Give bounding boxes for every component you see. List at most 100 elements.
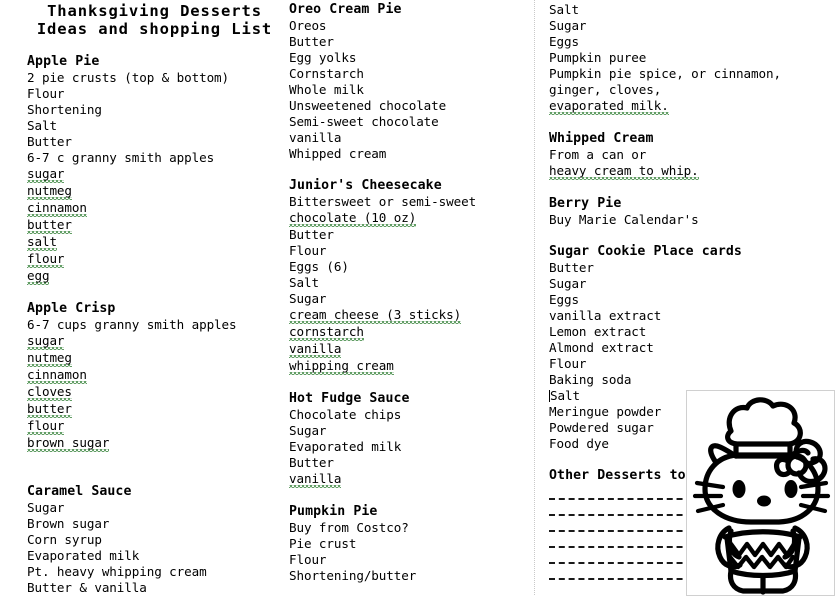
list-item: Whole milk [289, 82, 364, 97]
list-item: Butter [27, 134, 72, 149]
section-heading: Caramel Sauce [27, 484, 132, 499]
list-item: butter [27, 401, 277, 418]
hello-kitty-chef-illustration[interactable] [686, 390, 835, 596]
section-berry-pie: Berry Pie Buy Marie Calendar's [549, 196, 817, 228]
misspelled-word: heavy cream to whip. [549, 163, 699, 179]
section-apple-crisp: Apple Crisp 6-7 cups granny smith apples… [27, 301, 277, 452]
misspelled-word: cinnamon [27, 200, 87, 216]
misspelled-word: chocolate (10 oz) [289, 210, 417, 226]
list-item: Salt [27, 118, 57, 133]
section-hot-fudge-sauce: Hot Fudge Sauce Chocolate chips Sugar Ev… [289, 391, 529, 488]
misspelled-word: sugar [27, 166, 65, 182]
list-item: Cornstarch [289, 66, 364, 81]
list-item: Flour [27, 86, 65, 101]
list-item: cornstarch [289, 324, 529, 341]
misspelled-word: brown sugar [27, 435, 110, 451]
section-heading: Whipped Cream [549, 131, 654, 146]
list-item: Salt [549, 2, 579, 17]
list-item: Evaporated milk [27, 548, 140, 563]
list-item: heavy cream to whip. [549, 163, 817, 180]
list-item: vanilla extract [549, 308, 662, 323]
misspelled-word: cornstarch [289, 324, 364, 340]
misspelled-word: butter [27, 401, 72, 417]
list-item: Sugar [27, 500, 65, 515]
list-item: Eggs [549, 292, 579, 307]
section-heading: Oreo Cream Pie [289, 2, 402, 17]
section-pumpkin-pie: Pumpkin Pie Buy from Costco? Pie crust F… [289, 504, 529, 584]
misspelled-word: nutmeg [27, 183, 72, 199]
list-item: cloves [27, 384, 277, 401]
list-item: whipping cream [289, 358, 529, 375]
document-page: Thanksgiving Desserts Ideas and shopping… [0, 0, 839, 596]
list-item: sugar [27, 166, 277, 183]
misspelled-word: nutmeg [27, 350, 72, 366]
list-item: Butter & vanilla [27, 580, 147, 595]
list-item: Buy from Costco? [289, 520, 409, 535]
list-item: 6-7 c granny smith apples [27, 150, 215, 165]
misspelled-word: flour [27, 418, 65, 434]
list-item: Unsweetened chocolate [289, 98, 447, 113]
section-caramel-sauce: Caramel Sauce Sugar Brown sugar Corn syr… [27, 484, 277, 596]
list-item: Almond extract [549, 340, 654, 355]
page-title: Thanksgiving Desserts Ideas and shopping… [27, 2, 282, 38]
misspelled-word: cloves [27, 384, 72, 400]
hello-kitty-svg [692, 397, 831, 595]
list-item: vanilla [289, 341, 529, 358]
list-item: Shortening [27, 102, 102, 117]
list-item: 6-7 cups granny smith apples [27, 317, 237, 332]
list-item: cinnamon [27, 367, 277, 384]
list-item: vanilla [289, 130, 342, 145]
misspelled-word: vanilla [289, 471, 342, 487]
list-item: nutmeg [27, 183, 277, 200]
list-item: Sugar [289, 291, 327, 306]
section-heading: Hot Fudge Sauce [289, 391, 410, 406]
list-item: brown sugar [27, 435, 277, 452]
misspelled-word: salt [27, 234, 57, 250]
list-item: cream cheese (3 sticks) [289, 307, 529, 324]
section-heading: Junior's Cheesecake [289, 178, 442, 193]
list-item: Flour [549, 356, 587, 371]
list-item: Butter [289, 455, 334, 470]
list-item: flour [27, 251, 277, 268]
list-item: Flour [289, 243, 327, 258]
list-item: Corn syrup [27, 532, 102, 547]
list-item: 2 pie crusts (top & bottom) [27, 70, 230, 85]
list-item: egg [27, 268, 277, 285]
list-item: ginger, cloves, [549, 82, 662, 97]
list-item: Whipped cream [289, 146, 387, 161]
list-item: Salt [289, 275, 319, 290]
misspelled-word: sugar [27, 333, 65, 349]
list-item: butter [27, 217, 277, 234]
misspelled-word: whipping cream [289, 358, 394, 374]
list-item: Oreos [289, 18, 327, 33]
section-pumpkin-pie-continued: Salt Sugar Eggs Pumpkin puree Pumpkin pi… [549, 2, 817, 115]
misspelled-word: vanilla [289, 341, 342, 357]
list-item: Butter [549, 260, 594, 275]
list-item: flour [27, 418, 277, 435]
list-item: Butter [289, 227, 334, 242]
list-item: Pie crust [289, 536, 357, 551]
list-item: From a can or [549, 147, 647, 162]
list-item: Sugar [549, 276, 587, 291]
column-middle: Oreo Cream Pie Oreos Butter Egg yolks Co… [289, 2, 529, 584]
list-item: Buy Marie Calendar's [549, 212, 699, 227]
list-item: Sugar [289, 423, 327, 438]
column-left: Apple Pie 2 pie crusts (top & bottom) Fl… [27, 54, 277, 596]
list-item: Pumpkin puree [549, 50, 647, 65]
title-line-1: Thanksgiving Desserts [47, 2, 262, 20]
section-whipped-cream: Whipped Cream From a can or heavy cream … [549, 131, 817, 180]
list-item: Chocolate chips [289, 407, 402, 422]
misspelled-word: egg [27, 268, 50, 284]
misspelled-word: flour [27, 251, 65, 267]
list-item: Pt. heavy whipping cream [27, 564, 207, 579]
list-item: Baking soda [549, 372, 632, 387]
list-item: Pumpkin pie spice, or cinnamon, [549, 66, 781, 81]
section-heading: Apple Pie [27, 54, 100, 69]
